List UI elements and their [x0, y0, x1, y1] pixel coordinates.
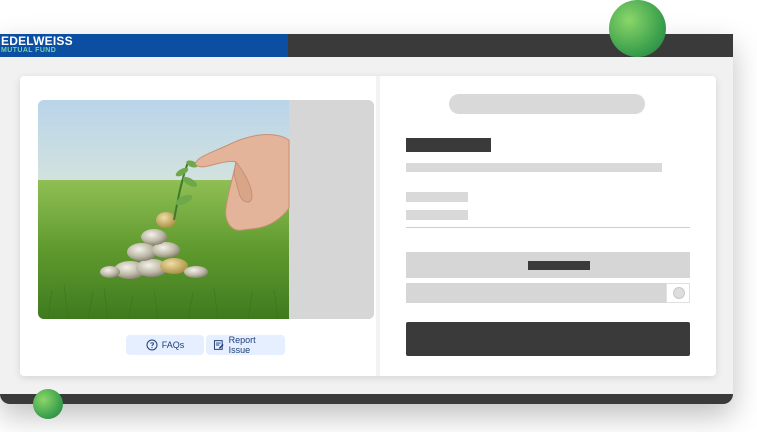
decorative-circle-top	[609, 0, 666, 57]
skeleton-tab-label	[528, 261, 590, 270]
brand-subtitle: MUTUAL FUND	[1, 47, 57, 54]
brand-name: EDELWEISS	[1, 34, 73, 48]
skeleton-submit-button[interactable]	[406, 322, 690, 356]
report-issue-label: Report Issue	[228, 335, 256, 355]
skeleton-input-field[interactable]	[406, 283, 666, 303]
report-issue-button[interactable]: Report Issue	[206, 335, 285, 355]
skeleton-label-short	[406, 210, 468, 220]
skeleton-header-pill	[449, 94, 645, 114]
faqs-button[interactable]: FAQs	[126, 335, 204, 355]
login-screen-preview: EDELWEISS MUTUAL FUND FAQs Report Issue	[0, 0, 757, 432]
skeleton-text-line	[406, 163, 662, 172]
decorative-circle-bottom	[33, 389, 63, 419]
faqs-label: FAQs	[161, 340, 185, 350]
login-card: FAQs Report Issue	[20, 76, 716, 376]
skeleton-title	[406, 138, 491, 152]
card-divider	[376, 76, 380, 376]
brand-bar: EDELWEISS MUTUAL FUND	[0, 34, 288, 57]
edit-note-icon	[213, 340, 224, 350]
seedling-coins-illustration	[38, 100, 374, 319]
question-circle-icon	[146, 339, 158, 351]
help-links: FAQs Report Issue	[126, 335, 285, 355]
skeleton-label	[406, 192, 468, 202]
hero-image	[38, 100, 374, 319]
form-divider	[406, 227, 690, 228]
radio-button[interactable]	[673, 287, 685, 299]
